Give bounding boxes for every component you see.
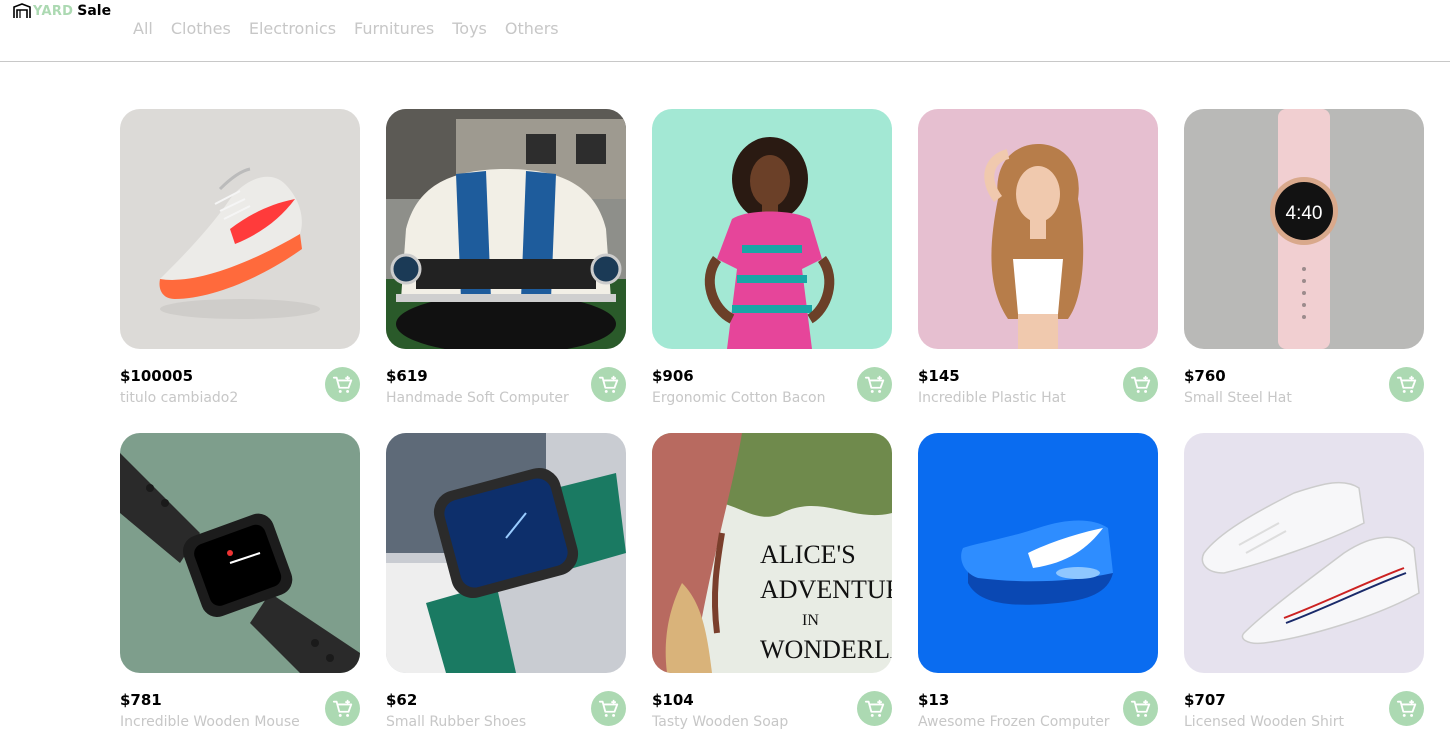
svg-text:4:40: 4:40: [1286, 203, 1323, 224]
product-card[interactable]: $100005 titulo cambiado2: [120, 109, 360, 409]
product-image-alice-book-cover[interactable]: ALICE'S ADVENTUR IN WONDERLA: [652, 433, 892, 673]
add-to-cart-button[interactable]: [325, 367, 360, 402]
nav-item-others[interactable]: Others: [505, 19, 559, 38]
book-title-line-3: IN: [802, 612, 819, 629]
header: YARD Sale All Clothes Electronics Furnit…: [0, 0, 1450, 62]
nav-item-clothes[interactable]: Clothes: [171, 19, 231, 38]
product-card[interactable]: $906 Ergonomic Cotton Bacon: [652, 109, 892, 409]
product-card[interactable]: $145 Incredible Plastic Hat: [918, 109, 1158, 409]
product-card[interactable]: $13 Awesome Frozen Computer: [918, 433, 1158, 733]
add-to-cart-button[interactable]: [1123, 691, 1158, 726]
book-title-line-2: ADVENTUR: [760, 575, 892, 604]
cart-icon: [598, 699, 618, 717]
cart-icon: [332, 375, 352, 393]
product-name: Licensed Wooden Shirt: [1184, 714, 1344, 730]
nav-item-toys[interactable]: Toys: [452, 19, 487, 38]
product-price: $13: [918, 691, 950, 709]
product-price: $707: [1184, 691, 1226, 709]
book-title-line-1: ALICE'S: [760, 540, 856, 569]
cart-icon: [1396, 699, 1416, 717]
product-price: $619: [386, 367, 428, 385]
logo-sale: Sale: [77, 3, 112, 19]
product-image-black-smartwatch[interactable]: [120, 433, 360, 673]
product-name: titulo cambiado2: [120, 390, 239, 406]
product-name: Incredible Plastic Hat: [918, 390, 1066, 406]
add-to-cart-button[interactable]: [591, 691, 626, 726]
product-image-white-sneakers[interactable]: [1184, 433, 1424, 673]
cart-icon: [864, 375, 884, 393]
product-card[interactable]: $781 Incredible Wooden Mouse: [120, 433, 360, 733]
add-to-cart-button[interactable]: [857, 691, 892, 726]
add-to-cart-button[interactable]: [591, 367, 626, 402]
store-icon: [13, 3, 31, 18]
product-image-white-muscle-car[interactable]: [386, 109, 626, 349]
product-image-woman-curly-hair[interactable]: [918, 109, 1158, 349]
cart-icon: [864, 699, 884, 717]
book-title-line-4: WONDERLA: [760, 635, 892, 664]
product-price: $145: [918, 367, 960, 385]
product-price: $104: [652, 691, 694, 709]
add-to-cart-button[interactable]: [1123, 367, 1158, 402]
product-card[interactable]: $707 Licensed Wooden Shirt: [1184, 433, 1424, 733]
product-name: Incredible Wooden Mouse: [120, 714, 300, 730]
product-image-pink-smartwatch[interactable]: 4:40: [1184, 109, 1424, 349]
logo[interactable]: YARD Sale: [12, 2, 111, 20]
nav-item-all[interactable]: All: [133, 19, 153, 38]
product-name: Awesome Frozen Computer: [918, 714, 1110, 730]
product-image-orange-sneaker[interactable]: [120, 109, 360, 349]
cart-icon: [1130, 375, 1150, 393]
add-to-cart-button[interactable]: [857, 367, 892, 402]
product-name: Small Rubber Shoes: [386, 714, 527, 730]
product-card[interactable]: $619 Handmade Soft Computer: [386, 109, 626, 409]
nav-item-furnitures[interactable]: Furnitures: [354, 19, 434, 38]
product-price: $62: [386, 691, 418, 709]
add-to-cart-button[interactable]: [1389, 691, 1424, 726]
product-image-blue-sneaker[interactable]: [918, 433, 1158, 673]
cart-icon: [332, 699, 352, 717]
product-name: Handmade Soft Computer: [386, 390, 569, 406]
product-card[interactable]: 4:40 $760 Small Steel Hat: [1184, 109, 1424, 409]
product-card[interactable]: $62 Small Rubber Shoes: [386, 433, 626, 733]
add-to-cart-button[interactable]: [325, 691, 360, 726]
cart-icon: [598, 375, 618, 393]
product-price: $760: [1184, 367, 1226, 385]
product-card[interactable]: ALICE'S ADVENTUR IN WONDERLA $104 Tasty …: [652, 433, 892, 733]
product-price: $100005: [120, 367, 194, 385]
product-name: Ergonomic Cotton Bacon: [652, 390, 826, 406]
product-price: $906: [652, 367, 694, 385]
product-image-woman-in-dress[interactable]: [652, 109, 892, 349]
cart-icon: [1130, 699, 1150, 717]
add-to-cart-button[interactable]: [1389, 367, 1424, 402]
product-name: Small Steel Hat: [1184, 390, 1292, 406]
nav-item-electronics[interactable]: Electronics: [249, 19, 336, 38]
product-price: $781: [120, 691, 162, 709]
category-nav: All Clothes Electronics Furnitures Toys …: [133, 19, 577, 38]
product-name: Tasty Wooden Soap: [652, 714, 789, 730]
cart-icon: [1396, 375, 1416, 393]
logo-yard: YARD: [33, 3, 74, 19]
product-image-green-strap-watch[interactable]: [386, 433, 626, 673]
